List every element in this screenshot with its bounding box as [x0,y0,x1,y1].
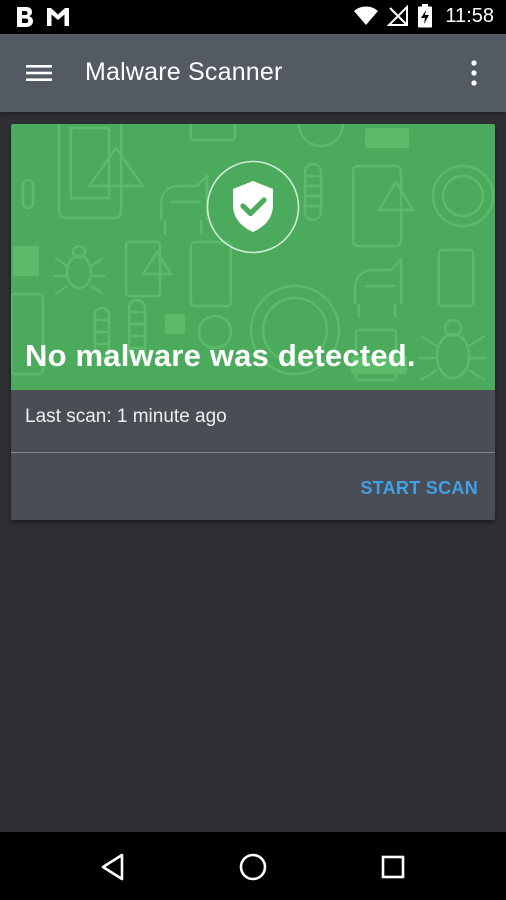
back-button[interactable] [98,852,128,882]
home-button[interactable] [238,852,268,882]
hamburger-menu-icon [26,65,52,81]
status-time: 11:58 [445,4,494,27]
start-scan-button[interactable]: START SCAN [360,478,478,499]
app-title: Malware Scanner [85,58,283,86]
scan-status-banner: No malware was detected. [11,124,495,390]
scan-result-card: No malware was detected. Last scan: 1 mi… [11,124,495,520]
wifi-icon [354,6,379,25]
more-vert-icon [471,60,477,86]
recents-button[interactable] [378,852,408,882]
overflow-menu-button[interactable] [462,58,486,88]
scan-status-badge [206,160,300,254]
menu-button[interactable] [24,60,54,86]
scan-result-headline: No malware was detected. [25,338,416,373]
system-status-icons: 11:58 [353,4,494,28]
gmail-icon [47,8,69,26]
recents-icon [381,855,405,879]
shield-check-icon [206,160,300,254]
last-scan-time: Last scan: 1 minute ago [25,406,227,427]
app-bar: Malware Scanner [0,34,506,112]
battery-charging-icon [418,4,433,28]
notification-icons [14,6,70,28]
b-app-icon [17,7,33,27]
back-icon [101,853,124,881]
status-bar: 11:58 [0,0,506,34]
card-divider [11,452,495,453]
no-signal-icon [387,5,409,26]
home-icon [239,853,267,881]
navigation-bar [0,832,506,900]
